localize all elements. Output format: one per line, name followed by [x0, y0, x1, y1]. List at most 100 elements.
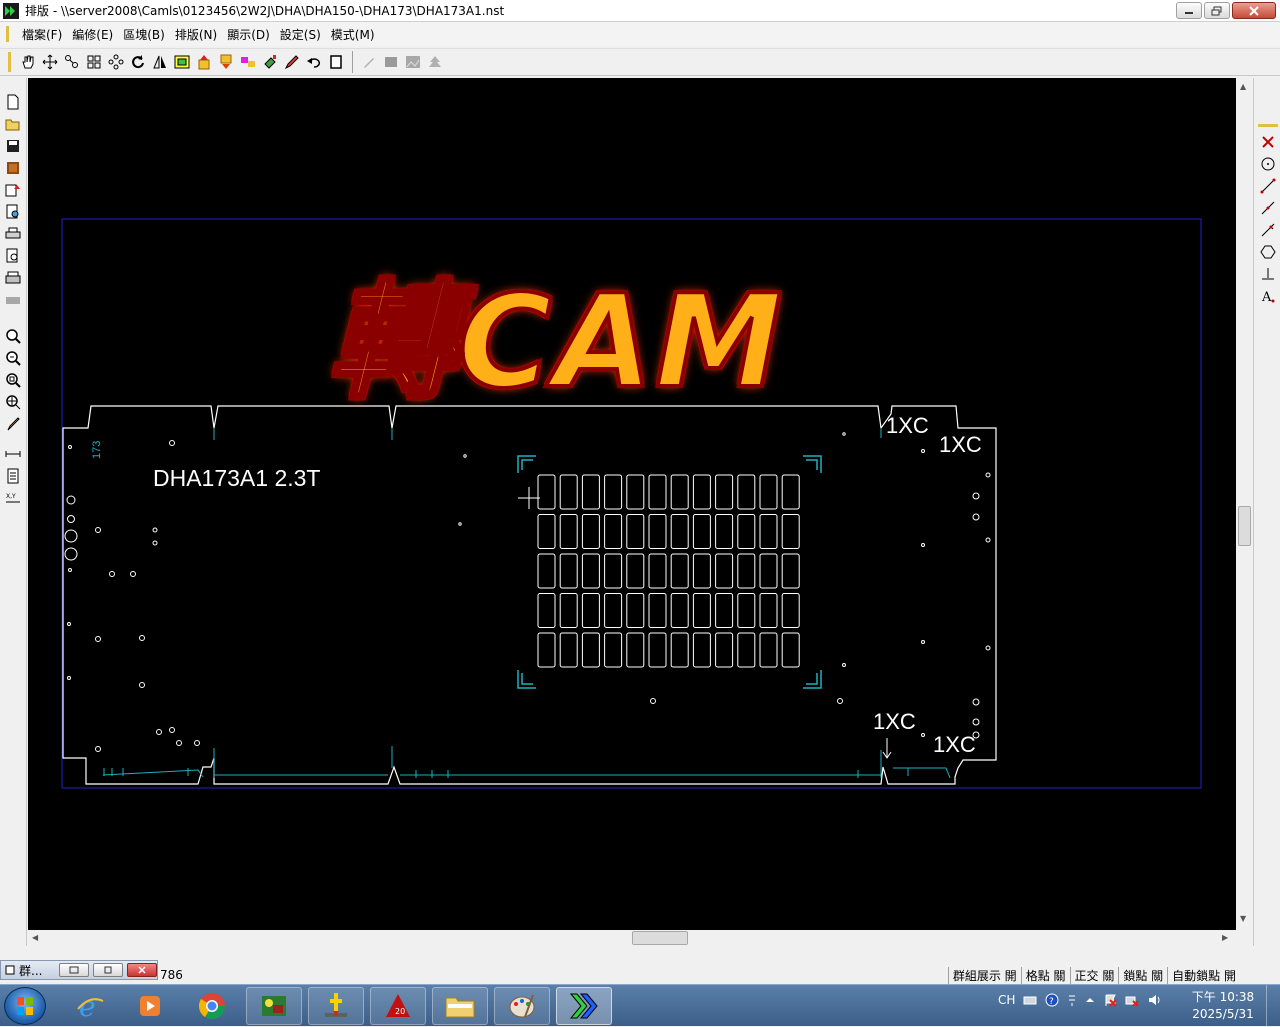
save-icon[interactable]	[2, 136, 24, 156]
slot-grid	[537, 474, 800, 668]
subwindow-close-button[interactable]	[127, 963, 157, 977]
scroll-left-icon[interactable]: ◀	[32, 933, 38, 942]
scroll-right-icon[interactable]: ▶	[1222, 933, 1228, 942]
show-hidden-icons-icon[interactable]	[1085, 995, 1095, 1005]
volume-icon[interactable]	[1147, 993, 1161, 1007]
toggle-ortho[interactable]: 正交 關	[1069, 967, 1119, 984]
menu-grip[interactable]	[6, 26, 9, 42]
menu-edit[interactable]: 編修(E)	[67, 26, 118, 43]
tree-disabled-icon[interactable]	[424, 51, 446, 73]
menu-block[interactable]: 區塊(B)	[118, 26, 170, 43]
menu-display[interactable]: 顯示(D)	[222, 26, 275, 43]
keyboard-icon[interactable]	[1023, 994, 1037, 1006]
slot-cutout	[626, 553, 645, 589]
zoom-window-icon[interactable]	[2, 370, 24, 390]
horizontal-scrollbar[interactable]: ◀ ▶	[28, 930, 1236, 946]
rotate-icon[interactable]	[127, 51, 149, 73]
pen-edit-icon[interactable]	[281, 51, 303, 73]
media-player-icon[interactable]	[122, 987, 178, 1025]
box-disabled-icon[interactable]	[380, 51, 402, 73]
right-toolbar-grip[interactable]	[1258, 124, 1278, 127]
toggle-grid[interactable]: 格點 關	[1020, 967, 1070, 984]
save-as-icon[interactable]	[2, 158, 24, 178]
copy-move-icon[interactable]	[61, 51, 83, 73]
printer-icon[interactable]	[2, 268, 24, 288]
new-file-icon[interactable]	[2, 92, 24, 112]
hand-pan-icon[interactable]	[17, 51, 39, 73]
language-indicator[interactable]: CH	[998, 993, 1015, 1007]
nesting-app-icon[interactable]	[3, 2, 19, 19]
menu-file[interactable]: 檔案(F)	[17, 26, 67, 43]
tray-menu-icon[interactable]	[1067, 993, 1077, 1007]
pencil-disabled-icon[interactable]	[358, 51, 380, 73]
bring-up-icon[interactable]	[193, 51, 215, 73]
network-icon[interactable]	[1125, 993, 1140, 1007]
brush-icon[interactable]	[2, 414, 24, 434]
line-angle-icon[interactable]	[1257, 220, 1279, 240]
print-preview-icon[interactable]	[2, 246, 24, 266]
toggle-snap[interactable]: 鎖點 關	[1118, 967, 1167, 984]
menu-settings[interactable]: 設定(S)	[275, 26, 326, 43]
measure-icon[interactable]	[2, 444, 24, 464]
swap-icon[interactable]	[237, 51, 259, 73]
vertical-scrollbar[interactable]: ▲ ▼	[1236, 78, 1253, 930]
mirror-icon[interactable]	[149, 51, 171, 73]
toolbar-grip[interactable]	[8, 52, 11, 72]
menu-mode[interactable]: 模式(M)	[326, 26, 380, 43]
subwindow-restore-button[interactable]	[59, 963, 89, 977]
toggle-auto-snap[interactable]: 自動鎖點 開	[1167, 967, 1240, 984]
file-explorer-icon[interactable]	[432, 987, 488, 1025]
cad-app-icon[interactable]	[246, 987, 302, 1025]
menu-nest[interactable]: 排版(N)	[170, 26, 222, 43]
text-icon[interactable]: A	[1257, 286, 1279, 306]
plotter-icon[interactable]	[2, 290, 24, 310]
chrome-icon[interactable]	[184, 987, 240, 1025]
move-arrows-icon[interactable]	[39, 51, 61, 73]
ie-icon[interactable]: e	[62, 987, 118, 1025]
export-icon[interactable]	[2, 180, 24, 200]
delete-x-icon[interactable]	[1257, 132, 1279, 152]
vertical-scroll-thumb[interactable]	[1238, 506, 1251, 546]
list-icon[interactable]	[2, 466, 24, 486]
zoom-fit-icon[interactable]	[2, 348, 24, 368]
circle-icon[interactable]	[1257, 154, 1279, 174]
close-button[interactable]	[1232, 2, 1276, 19]
send-back-icon[interactable]	[215, 51, 237, 73]
toggle-group-display[interactable]: 群組展示 開	[947, 967, 1021, 984]
perpendicular-icon[interactable]	[1257, 264, 1279, 284]
scroll-down-icon[interactable]: ▼	[1240, 914, 1246, 923]
image-disabled-icon[interactable]	[402, 51, 424, 73]
polygon-icon[interactable]	[1257, 242, 1279, 262]
paint-icon[interactable]	[259, 51, 281, 73]
minimize-button[interactable]	[1176, 2, 1202, 19]
system-clock[interactable]: 下午 10:38 2025/5/31	[1188, 989, 1258, 1023]
start-button[interactable]	[4, 987, 46, 1025]
preview-icon[interactable]	[2, 202, 24, 222]
line-icon[interactable]	[1257, 176, 1279, 196]
paint-icon[interactable]	[494, 987, 550, 1025]
zoom-in-icon[interactable]	[2, 326, 24, 346]
drawing-canvas[interactable]: DHA173A1 2.3T 173 1XC 1XC 1XC 1XC 轉CAM	[28, 78, 1236, 930]
coordinate-readout: 786	[160, 968, 183, 982]
polyline-icon[interactable]	[1257, 198, 1279, 218]
minimized-subwindow[interactable]: 群...	[0, 960, 158, 980]
help-icon[interactable]: ?	[1045, 993, 1059, 1007]
zoom-center-icon[interactable]	[2, 392, 24, 412]
show-desktop-button[interactable]	[1266, 985, 1280, 1027]
layer-icon[interactable]	[171, 51, 193, 73]
action-center-flag-icon[interactable]	[1103, 993, 1118, 1007]
acrobat-icon[interactable]: 20	[370, 987, 426, 1025]
open-file-icon[interactable]	[2, 114, 24, 134]
restore-button[interactable]	[1204, 2, 1230, 19]
cnc-app-icon[interactable]	[308, 987, 364, 1025]
horizontal-scroll-thumb[interactable]	[632, 931, 688, 945]
subwindow-maximize-button[interactable]	[93, 963, 123, 977]
rectangle-icon[interactable]	[325, 51, 347, 73]
undo-icon[interactable]	[303, 51, 325, 73]
scroll-up-icon[interactable]: ▲	[1240, 82, 1246, 91]
circular-array-icon[interactable]	[105, 51, 127, 73]
print-icon[interactable]	[2, 224, 24, 244]
grid-array-icon[interactable]	[83, 51, 105, 73]
coordinate-icon[interactable]: X,Y	[2, 488, 24, 508]
nesting-app-icon[interactable]	[556, 987, 612, 1025]
